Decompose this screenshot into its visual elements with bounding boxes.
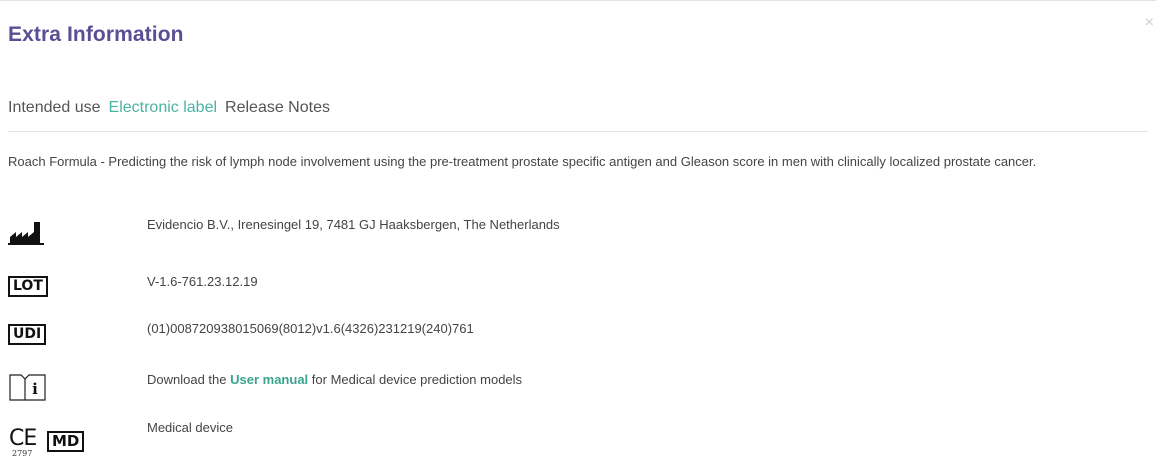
udi-icon: UDI: [8, 324, 47, 345]
manual-text: Download the User manual for Medical dev…: [147, 372, 522, 387]
user-manual-link[interactable]: User manual: [230, 372, 308, 387]
udi-row: UDI (01)008720938015069(8012)v1.6(4326)2…: [8, 321, 1108, 361]
modal-title: Extra Information: [8, 23, 184, 46]
manual-row: i Download the User manual for Medical d…: [8, 372, 1108, 412]
ce-mark-icon: CE 2797 MD: [8, 420, 128, 460]
lot-icon: LOT: [8, 276, 48, 297]
manufacturer-row: Evidencio B.V., Irenesingel 19, 7481 GJ …: [8, 217, 1108, 257]
md-symbol: MD: [47, 431, 85, 452]
lot-symbol: LOT: [8, 276, 48, 297]
tab-release-notes[interactable]: Release Notes: [225, 99, 330, 131]
manual-text-before: Download the: [147, 372, 231, 387]
udi-symbol: UDI: [8, 324, 47, 345]
manufacturer-address: Evidencio B.V., Irenesingel 19, 7481 GJ …: [147, 217, 560, 232]
medical-device-text: Medical device: [147, 420, 233, 435]
ce-symbol: CE: [9, 426, 37, 451]
manual-text-after: for Medical device prediction models: [308, 372, 523, 387]
medical-device-row: CE 2797 MD Medical device: [8, 420, 1108, 460]
tab-intended-use[interactable]: Intended use: [8, 99, 101, 131]
ce-notified-body-number: 2797: [12, 449, 33, 458]
svg-text:i: i: [32, 380, 38, 398]
factory-icon: [8, 217, 48, 250]
extra-information-modal: Extra Information × Intended use Electro…: [0, 0, 1156, 475]
lot-row: LOT V-1.6-761.23.12.19: [8, 274, 1108, 314]
lot-number: V-1.6-761.23.12.19: [147, 274, 258, 289]
tab-electronic-label[interactable]: Electronic label: [109, 99, 218, 131]
udi-code: (01)008720938015069(8012)v1.6(4326)23121…: [147, 321, 474, 336]
tab-bar: Intended use Electronic label Release No…: [8, 99, 1148, 132]
instructions-icon: i: [8, 372, 48, 407]
model-description: Roach Formula - Predicting the risk of l…: [8, 154, 1037, 169]
close-button[interactable]: ×: [1145, 15, 1154, 31]
